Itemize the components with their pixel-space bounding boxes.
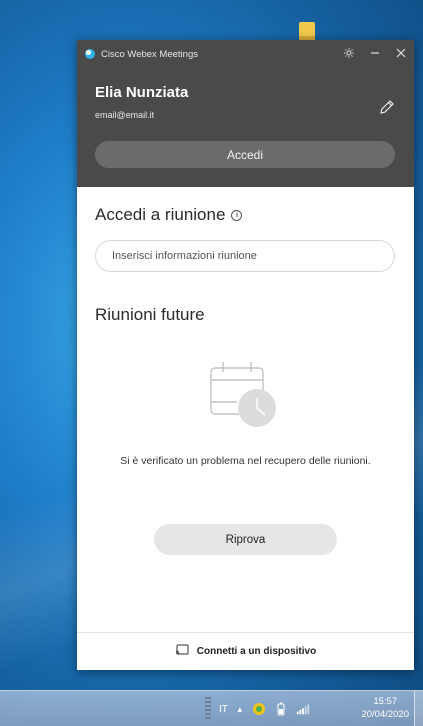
user-email: email@email.it xyxy=(95,110,155,120)
show-desktop-button[interactable] xyxy=(414,691,423,726)
meeting-info-input[interactable] xyxy=(95,240,395,272)
minimize-icon[interactable] xyxy=(368,46,382,60)
error-message: Si è verificato un problema nel recupero… xyxy=(120,455,371,467)
clock[interactable]: 15:57 20/04/2020 xyxy=(361,695,409,721)
settings-icon[interactable] xyxy=(342,46,356,60)
user-name: Elia Nunziata xyxy=(95,84,189,101)
battery-icon[interactable] xyxy=(274,702,288,716)
cast-icon xyxy=(175,643,189,661)
signal-icon[interactable] xyxy=(296,702,310,716)
close-icon[interactable] xyxy=(394,46,408,60)
upcoming-meetings-title: Riunioni future xyxy=(95,305,205,324)
desktop-folder-icon[interactable] xyxy=(299,22,315,40)
webex-window: Cisco Webex Meetings Elia Nunziata email… xyxy=(77,40,414,670)
signin-button[interactable]: Accedi xyxy=(95,141,395,168)
connect-device-label: Connetti a un dispositivo xyxy=(196,646,317,657)
retry-button[interactable]: Riprova xyxy=(154,524,337,555)
app-title: Cisco Webex Meetings xyxy=(101,48,198,60)
taskbar: IT ▲ 15:57 20/04/2020 xyxy=(0,690,423,726)
webex-logo-icon xyxy=(85,49,95,59)
connect-device-button[interactable]: Connetti a un dispositivo xyxy=(77,632,414,670)
clock-time: 15:57 xyxy=(373,696,398,707)
language-indicator[interactable]: IT xyxy=(219,704,228,715)
taskbar-grip[interactable] xyxy=(205,697,211,721)
info-icon[interactable]: i xyxy=(231,209,243,221)
window-header: Cisco Webex Meetings Elia Nunziata email… xyxy=(77,40,414,187)
calendar-clock-icon xyxy=(207,358,282,430)
system-tray: IT ▲ xyxy=(205,691,310,726)
clock-date: 20/04/2020 xyxy=(361,709,409,720)
show-hidden-icons-icon[interactable]: ▲ xyxy=(236,705,244,714)
edit-pencil-icon[interactable] xyxy=(378,98,396,116)
window-controls xyxy=(342,46,408,60)
security-shield-icon[interactable] xyxy=(252,702,266,716)
join-meeting-title: Accedi a riunione xyxy=(95,205,226,224)
join-meeting-heading: Accedi a riunione i xyxy=(95,205,243,225)
